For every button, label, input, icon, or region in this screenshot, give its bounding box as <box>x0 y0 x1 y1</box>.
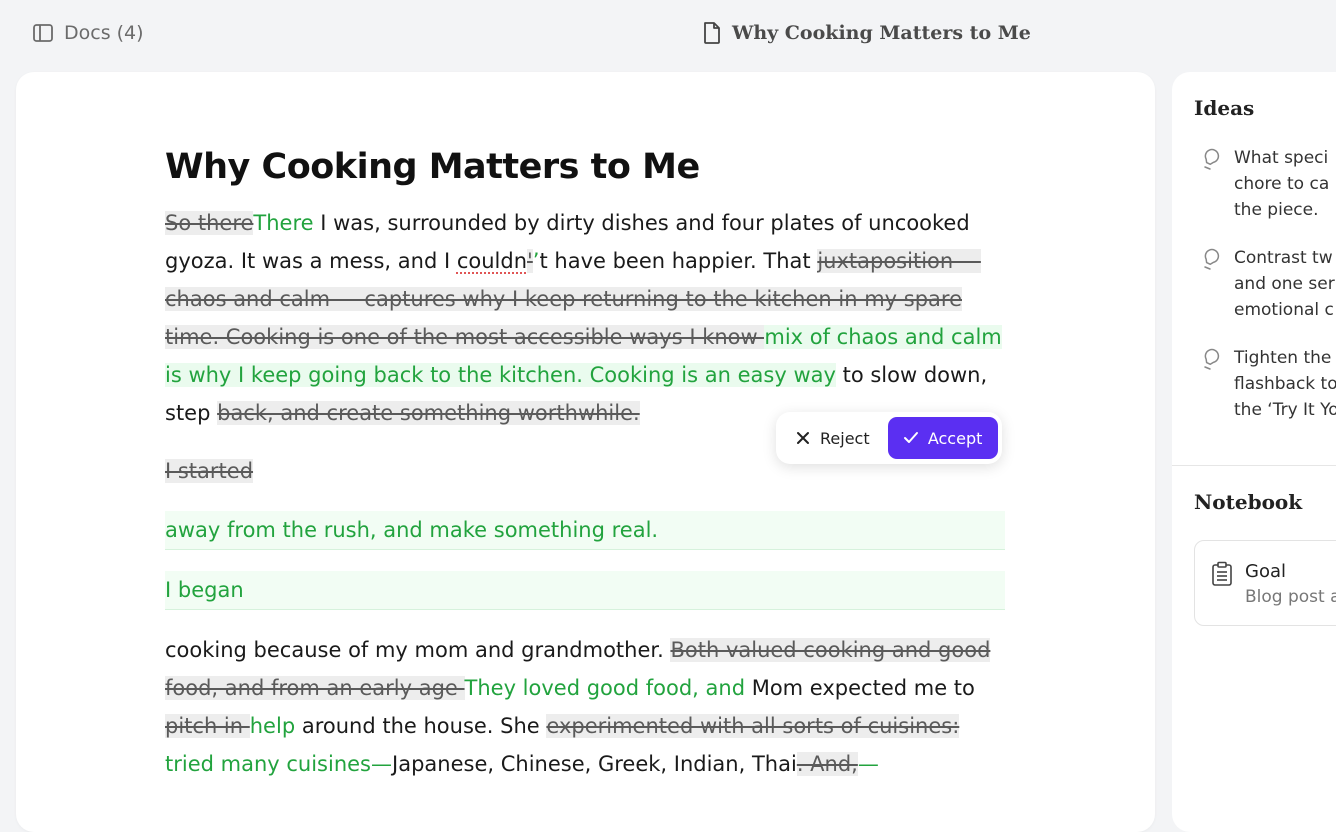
page-title: Why Cooking Matters to Me <box>165 147 700 187</box>
insertion[interactable]: They loved good food, and <box>465 676 746 700</box>
goal-card[interactable]: Goal Blog post a <box>1194 540 1336 626</box>
deletion[interactable]: I started <box>165 459 254 483</box>
idea-item[interactable]: Tighten the flashback to the ‘Try It Yo <box>1200 345 1336 423</box>
text: Mom expected me to <box>745 676 975 700</box>
docs-label: Docs (4) <box>64 22 144 44</box>
accept-label: Accept <box>927 428 983 448</box>
suggestion-popover: Reject Accept <box>776 412 1002 464</box>
goal-subtitle: Blog post a <box>1245 587 1336 607</box>
document-icon <box>704 22 720 44</box>
insertion[interactable]: help <box>250 714 295 738</box>
text: t have been happier. That <box>539 249 818 273</box>
text: cooking because of my mom and grandmothe… <box>165 638 671 662</box>
insertion[interactable]: There <box>253 211 313 235</box>
paragraph-2[interactable]: cooking because of my mom and grandmothe… <box>165 631 1005 783</box>
idea-line: Tighten the <box>1234 348 1332 368</box>
doc-title-label: Why Cooking Matters to Me <box>732 22 1031 44</box>
idea-line: chore to ca <box>1234 174 1330 194</box>
deletion[interactable]: So there <box>165 211 254 235</box>
text: Japanese, Chinese, Greek, Indian, Thai <box>392 752 797 776</box>
misspelled-word[interactable]: couldn <box>457 249 527 273</box>
close-icon <box>797 432 809 444</box>
accept-button[interactable]: Accept <box>887 417 998 459</box>
deletion[interactable]: . And, <box>796 752 858 776</box>
reject-label: Reject <box>820 428 870 448</box>
notebook-heading: Notebook <box>1194 490 1303 514</box>
lightbulb-icon <box>1204 248 1220 270</box>
idea-line: emotional c <box>1234 300 1334 320</box>
lightbulb-icon <box>1204 148 1220 170</box>
insertion[interactable]: tried many cuisines— <box>165 752 392 776</box>
ideas-heading: Ideas <box>1194 96 1255 120</box>
docs-toggle[interactable]: Docs (4) <box>32 22 144 44</box>
deletion[interactable]: pitch in <box>165 714 250 738</box>
document-content[interactable]: Why Cooking Matters to Me So thereThere … <box>165 146 1005 783</box>
document-title-header: Why Cooking Matters to Me <box>702 21 1031 45</box>
sidebar-panel-icon <box>33 24 53 42</box>
deletion[interactable]: back, and create something worthwhile. <box>217 401 640 425</box>
text: around the house. She <box>295 714 547 738</box>
idea-line: and one ser <box>1234 274 1335 294</box>
idea-line: Contrast tw <box>1234 248 1333 268</box>
right-sidebar: Ideas What speci chore to ca the piece. … <box>1172 72 1336 832</box>
idea-line: What speci <box>1234 148 1329 168</box>
insertion[interactable]: — <box>858 752 879 776</box>
inserted-block[interactable]: away from the rush, and make something r… <box>165 511 1005 550</box>
idea-line: the ‘Try It Yo <box>1234 400 1336 420</box>
clipboard-icon <box>1212 561 1232 586</box>
reject-button[interactable]: Reject <box>796 429 870 448</box>
idea-item[interactable]: What speci chore to ca the piece. <box>1200 145 1329 223</box>
paragraph-1[interactable]: So thereThere I was, surrounded by dirty… <box>165 204 1005 432</box>
deletion[interactable]: experimented with all sorts of cuisines: <box>546 714 960 738</box>
idea-item[interactable]: Contrast tw and one ser emotional c <box>1200 245 1335 323</box>
inserted-block[interactable]: I began <box>165 571 1005 610</box>
check-icon <box>903 432 918 443</box>
sidebar-divider <box>1172 465 1336 466</box>
idea-line: flashback to <box>1234 374 1336 394</box>
lightbulb-icon <box>1204 348 1220 370</box>
goal-label: Goal <box>1245 561 1286 582</box>
idea-line: the piece. <box>1234 200 1319 220</box>
top-bar: Docs (4) Why Cooking Matters to Me <box>0 0 1336 68</box>
